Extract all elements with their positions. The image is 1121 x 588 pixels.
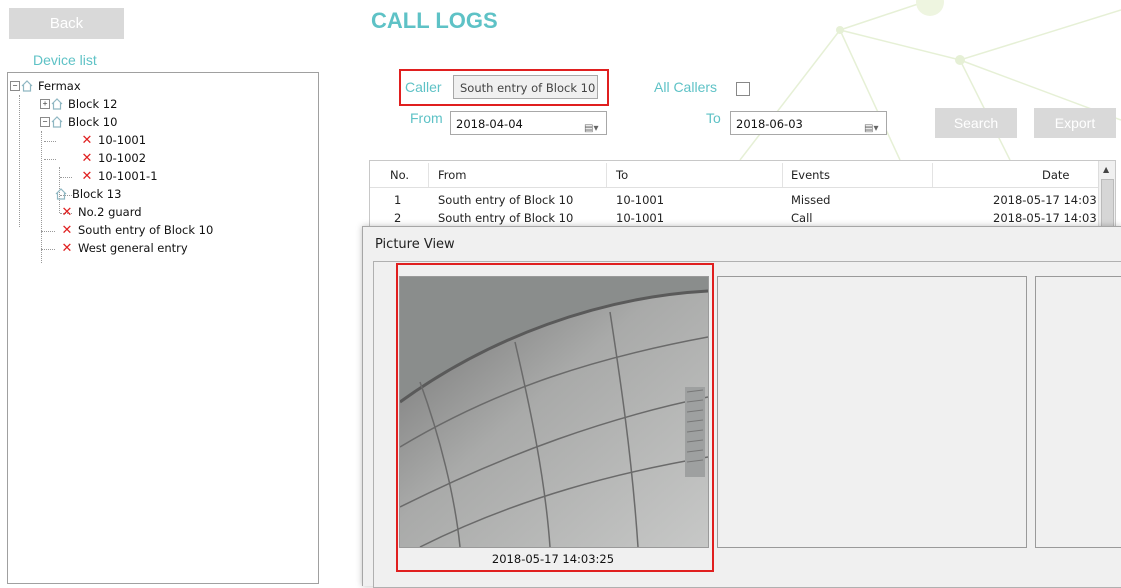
column-header-events[interactable]: Events <box>791 168 830 182</box>
collapse-icon[interactable]: − <box>40 117 50 127</box>
house-icon <box>51 98 63 110</box>
cell-to: 10-1001 <box>616 211 665 225</box>
tree-node-label: South entry of Block 10 <box>78 223 214 237</box>
cell-no: 2 <box>394 211 402 225</box>
page-title: CALL LOGS <box>371 8 498 33</box>
device-list-label: Device list <box>33 52 97 68</box>
to-date-picker[interactable]: 2018-06-03 ▤▾ <box>730 111 887 135</box>
tree-node-label: Block 10 <box>68 115 118 129</box>
expand-icon[interactable]: + <box>40 99 50 109</box>
cell-from: South entry of Block 10 <box>438 193 574 207</box>
snapshot-thumbnail-empty[interactable] <box>1035 276 1121 548</box>
cell-from: South entry of Block 10 <box>438 211 574 225</box>
cell-no: 1 <box>394 193 402 207</box>
offline-x-icon: ✕ <box>61 222 73 238</box>
tree-node-label: 10-1001 <box>98 133 147 147</box>
tree-node-label: No.2 guard <box>78 205 142 219</box>
column-header-no[interactable]: No. <box>390 168 409 182</box>
offline-x-icon: ✕ <box>61 240 73 256</box>
tree-node-south-entry[interactable]: ✕ South entry of Block 10 <box>60 221 214 239</box>
from-label: From <box>410 110 443 126</box>
offline-x-icon: ✕ <box>81 132 93 148</box>
table-row[interactable]: 1 South entry of Block 10 10-1001 Missed… <box>370 191 1099 209</box>
all-callers-checkbox[interactable] <box>736 82 750 96</box>
tree-node-label: 10-1002 <box>98 151 147 165</box>
house-icon <box>21 80 33 92</box>
snapshot-thumbnail-empty[interactable] <box>717 276 1027 548</box>
caller-field[interactable]: South entry of Block 10 <box>453 75 598 99</box>
caller-label: Caller <box>405 79 442 95</box>
tree-node-label: West general entry <box>78 241 188 255</box>
offline-x-icon: ✕ <box>81 168 93 184</box>
to-date-value: 2018-06-03 <box>736 117 803 131</box>
tree-node-block-13[interactable]: Block 13 <box>54 185 121 203</box>
cell-event: Call <box>791 211 813 225</box>
from-date-value: 2018-04-04 <box>456 117 523 131</box>
tree-node-label: 10-1001-1 <box>98 169 158 183</box>
offline-x-icon: ✕ <box>81 150 93 166</box>
cell-date: 2018-05-17 14:03 <box>993 193 1097 207</box>
all-callers-label: All Callers <box>654 79 718 95</box>
tree-node-block-10[interactable]: − Block 10 <box>40 113 117 131</box>
tree-node-west-entry[interactable]: ✕ West general entry <box>60 239 188 257</box>
table-header-row: No. From To Events Date <box>370 161 1099 188</box>
back-button[interactable]: Back <box>9 8 124 39</box>
column-header-from[interactable]: From <box>438 168 467 182</box>
tree-node-fermax[interactable]: − Fermax <box>10 77 81 95</box>
from-date-picker[interactable]: 2018-04-04 ▤▾ <box>450 111 607 135</box>
tree-node-10-1001-1[interactable]: ✕ 10-1001-1 <box>80 167 158 185</box>
to-label: To <box>706 110 721 126</box>
column-header-date[interactable]: Date <box>1042 168 1070 182</box>
calendar-dropdown-icon[interactable]: ▤▾ <box>864 117 880 134</box>
tree-node-10-1001[interactable]: ✕ 10-1001 <box>80 131 147 149</box>
scroll-up-icon[interactable]: ▲ <box>1103 165 1109 174</box>
tree-node-label: Fermax <box>38 79 81 93</box>
cell-event: Missed <box>791 193 831 207</box>
scrollbar-thumb[interactable] <box>1101 179 1114 227</box>
tree-node-no2-guard[interactable]: ✕ No.2 guard <box>60 203 142 221</box>
tree-node-label: Block 12 <box>68 97 118 111</box>
offline-x-icon: ✕ <box>61 204 73 220</box>
call-log-table: No. From To Events Date 1 South entry of… <box>369 160 1116 232</box>
house-icon <box>51 116 63 128</box>
table-scrollbar[interactable]: ▲ <box>1098 161 1115 231</box>
cell-to: 10-1001 <box>616 193 665 207</box>
collapse-icon[interactable]: − <box>10 81 20 91</box>
tree-node-block-12[interactable]: + Block 12 <box>40 95 117 113</box>
table-row[interactable]: 2 South entry of Block 10 10-1001 Call 2… <box>370 209 1099 227</box>
cell-date: 2018-05-17 14:03 <box>993 211 1097 225</box>
column-header-to[interactable]: To <box>616 168 628 182</box>
export-button[interactable]: Export <box>1034 108 1116 138</box>
calendar-dropdown-icon[interactable]: ▤▾ <box>584 117 600 134</box>
device-tree: − Fermax + Block 12 − Block 10 ✕ 10-1001… <box>7 72 319 584</box>
search-button[interactable]: Search <box>935 108 1017 138</box>
house-icon <box>55 188 67 200</box>
snapshot-highlight-box <box>396 263 714 572</box>
picture-view-title: Picture View <box>375 237 455 252</box>
tree-node-label: Block 13 <box>72 187 122 201</box>
tree-node-10-1002[interactable]: ✕ 10-1002 <box>80 149 147 167</box>
